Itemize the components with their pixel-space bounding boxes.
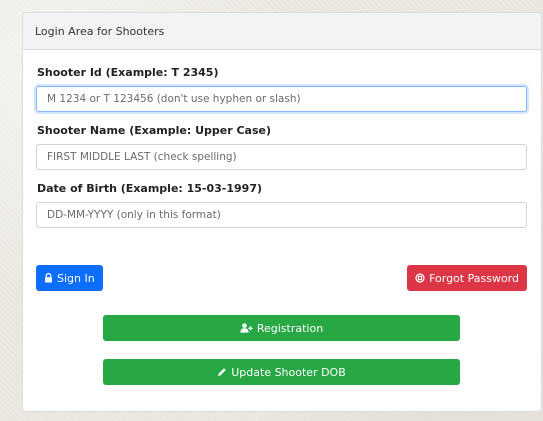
shooter-id-label: Shooter Id (Example: T 2345) <box>37 66 219 79</box>
panel-title: Login Area for Shooters <box>35 24 165 38</box>
shooter-name-input[interactable] <box>36 144 527 170</box>
life-ring-icon <box>415 273 425 283</box>
secondary-actions: Registration Update Shooter DOB <box>36 315 527 385</box>
login-panel: Login Area for Shooters Shooter Id (Exam… <box>22 12 542 412</box>
update-dob-label: Update Shooter DOB <box>231 365 346 379</box>
forgot-password-label: Forgot Password <box>429 271 519 285</box>
login-form: Shooter Id (Example: T 2345) Shooter Nam… <box>23 50 541 385</box>
update-dob-button[interactable]: Update Shooter DOB <box>103 359 460 385</box>
sign-in-label: Sign In <box>57 271 95 285</box>
registration-label: Registration <box>256 321 324 335</box>
panel-header: Login Area for Shooters <box>23 13 541 50</box>
auth-button-row: Sign In Forgot Password <box>36 265 527 291</box>
shooter-name-label: Shooter Name (Example: Upper Case) <box>37 124 272 137</box>
sign-in-button[interactable]: Sign In <box>36 265 103 291</box>
dob-input[interactable] <box>36 202 527 228</box>
pencil-icon <box>217 367 227 377</box>
shooter-id-input[interactable] <box>36 86 527 112</box>
dob-label: Date of Birth (Example: 15-03-1997) <box>37 182 263 195</box>
user-plus-icon <box>240 323 253 333</box>
forgot-password-button[interactable]: Forgot Password <box>407 265 527 291</box>
registration-button[interactable]: Registration <box>103 315 460 341</box>
lock-icon <box>44 273 53 283</box>
